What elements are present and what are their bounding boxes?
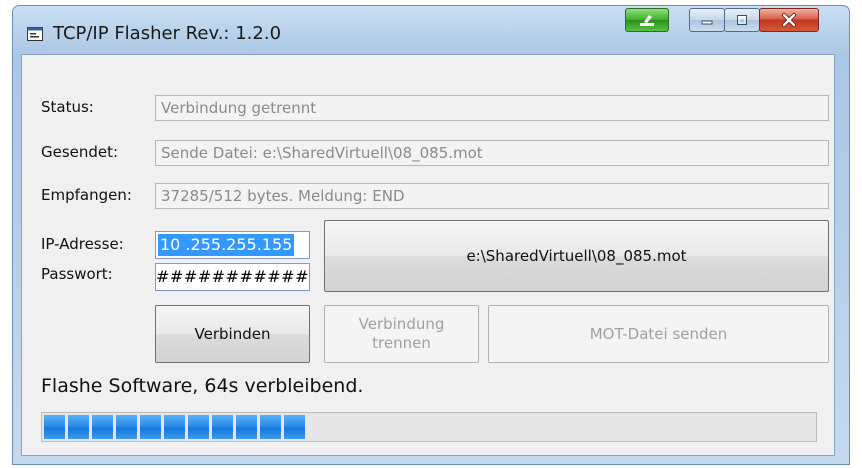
password-input[interactable]: ########### xyxy=(155,263,310,291)
progress-segment xyxy=(212,415,233,439)
client-area: Status: Verbindung getrennt Gesendet: Se… xyxy=(21,54,835,456)
ip-address-input[interactable]: 10 .255.255.155 xyxy=(155,231,310,259)
minimize-button[interactable] xyxy=(689,8,725,32)
progress-segment xyxy=(236,415,257,439)
progress-segment xyxy=(92,415,113,439)
progress-segment xyxy=(164,415,185,439)
disconnect-button-line1: Verbindung xyxy=(358,315,445,334)
progress-segment xyxy=(116,415,137,439)
progress-segment xyxy=(68,415,89,439)
received-field[interactable]: 37285/512 bytes. Meldung: END xyxy=(155,183,829,209)
title-bar[interactable]: TCP/IP Flasher Rev.: 1.2.0 xyxy=(13,6,849,54)
status-field[interactable]: Verbindung getrennt xyxy=(155,95,829,121)
disconnect-button[interactable]: Verbindung trennen xyxy=(324,305,479,363)
close-button[interactable] xyxy=(759,8,819,32)
window-title: TCP/IP Flasher Rev.: 1.2.0 xyxy=(53,23,282,44)
main-window: TCP/IP Flasher Rev.: 1.2.0 Status: Verbi… xyxy=(12,5,850,465)
progress-fill xyxy=(44,415,814,439)
progress-segment xyxy=(260,415,281,439)
maximize-icon xyxy=(737,15,747,25)
extra-titlebar-button[interactable] xyxy=(625,8,669,32)
ip-address-selection: 10 .255.255.155 xyxy=(158,234,295,256)
password-label: Passwort: xyxy=(41,265,113,283)
status-label: Status: xyxy=(41,98,94,116)
progress-bar xyxy=(41,412,817,442)
progress-segment xyxy=(284,415,305,439)
progress-segment xyxy=(44,415,65,439)
ip-address-label: IP-Adresse: xyxy=(41,235,124,253)
highlighter-icon xyxy=(640,15,654,26)
maximize-button[interactable] xyxy=(724,8,760,32)
send-mot-file-button[interactable]: MOT-Datei senden xyxy=(488,305,829,363)
connect-button[interactable]: Verbinden xyxy=(155,305,310,363)
app-window-icon xyxy=(27,27,43,41)
disconnect-button-line2: trennen xyxy=(372,334,431,352)
close-icon xyxy=(782,13,796,27)
minimize-icon xyxy=(701,20,713,25)
select-file-button[interactable]: e:\SharedVirtuell\08_085.mot xyxy=(324,220,829,292)
progress-message: Flashe Software, 64s verbleibend. xyxy=(41,375,364,397)
sent-field[interactable]: Sende Datei: e:\SharedVirtuell\08_085.mo… xyxy=(155,140,829,166)
sent-label: Gesendet: xyxy=(41,143,119,161)
received-label: Empfangen: xyxy=(41,186,132,204)
progress-segment xyxy=(188,415,209,439)
progress-segment xyxy=(140,415,161,439)
